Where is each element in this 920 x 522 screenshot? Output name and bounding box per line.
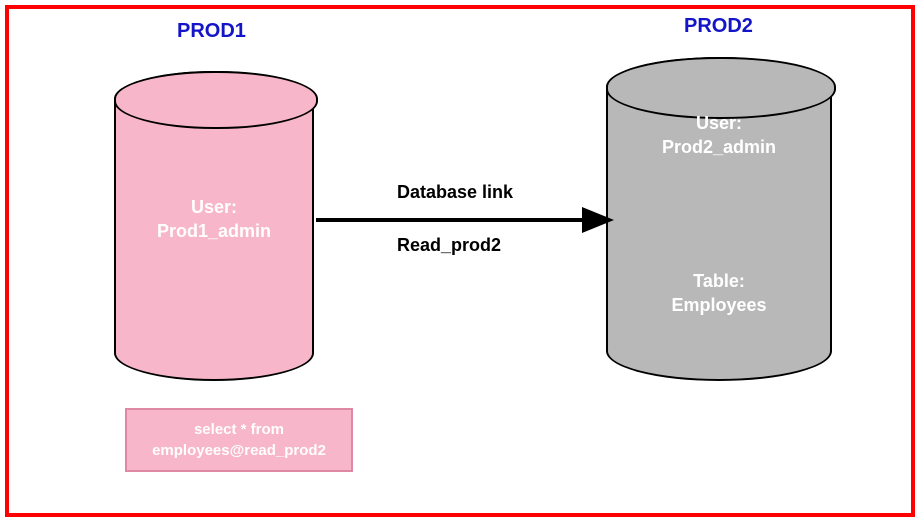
db-right-title: PROD2	[684, 15, 753, 38]
link-name: Read_prod2	[397, 235, 501, 256]
db-left-user-name: Prod1_admin	[157, 221, 271, 241]
db-left-user: User: Prod1_admin	[116, 195, 312, 244]
db-left-user-label: User:	[191, 197, 237, 217]
query-box: select * from employees@read_prod2	[125, 408, 353, 472]
db-cylinder-right: User: Prod2_admin Table: Employees	[606, 57, 832, 381]
db-right-table-label: Table:	[693, 271, 745, 291]
arrow-icon	[314, 205, 614, 235]
query-line-2: employees@read_prod2	[152, 440, 326, 461]
link-title: Database link	[397, 182, 513, 203]
diagram-frame: PROD1 PROD2 User: Prod1_admin User: Prod…	[5, 5, 915, 517]
db-left-title: PROD1	[177, 20, 246, 43]
db-right-table-name: Employees	[671, 295, 766, 315]
db-right-user: User: Prod2_admin	[608, 111, 830, 160]
query-line-1: select * from	[194, 419, 284, 440]
db-right-user-name: Prod2_admin	[662, 137, 776, 157]
db-right-user-label: User:	[696, 113, 742, 133]
db-cylinder-left: User: Prod1_admin	[114, 71, 314, 381]
db-right-table: Table: Employees	[608, 269, 830, 318]
